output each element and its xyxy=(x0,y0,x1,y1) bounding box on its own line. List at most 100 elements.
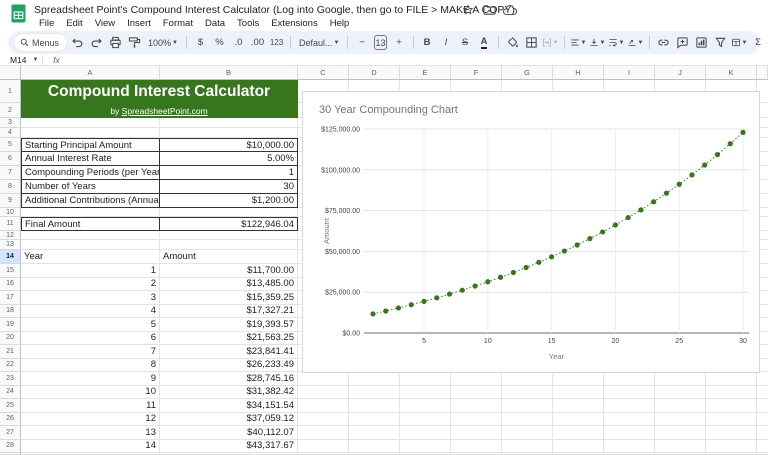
menu-view[interactable]: View xyxy=(89,17,121,30)
menus-search-button[interactable]: Menus xyxy=(14,34,68,51)
grid-cell[interactable] xyxy=(706,412,757,426)
grid-cell[interactable] xyxy=(21,118,160,128)
menu-format[interactable]: Format xyxy=(157,17,199,30)
amount-value-cell[interactable]: $43,317.67 xyxy=(160,439,298,453)
grid-cell[interactable] xyxy=(706,385,757,399)
insert-link-button[interactable] xyxy=(655,34,672,52)
paint-format-button[interactable] xyxy=(126,34,143,52)
decrease-font-size-button[interactable]: − xyxy=(353,34,370,52)
grid-cell[interactable] xyxy=(553,439,604,453)
grid-cell[interactable] xyxy=(451,372,502,386)
row-header-1[interactable]: 1 xyxy=(0,80,21,103)
amount-value-cell[interactable]: $34,151.54 xyxy=(160,399,298,413)
final-amount-label-cell[interactable]: Final Amount xyxy=(21,217,160,231)
grid-cell[interactable] xyxy=(757,413,768,426)
row-header-20[interactable]: 20 xyxy=(0,331,21,345)
column-header-A[interactable]: A xyxy=(21,66,160,79)
decrease-decimal-button[interactable]: .0 xyxy=(230,34,247,52)
grid-cell[interactable] xyxy=(160,118,298,128)
zoom-select[interactable]: 100% ▼ xyxy=(145,38,181,48)
menu-help[interactable]: Help xyxy=(324,17,356,30)
grid-cell[interactable] xyxy=(502,412,553,426)
column-header-K[interactable]: K xyxy=(706,66,757,79)
amount-value-cell[interactable]: $13,485.00 xyxy=(160,277,298,291)
input-value-cell[interactable]: $10,000.00 xyxy=(160,138,298,152)
row-header-6[interactable]: 6 xyxy=(0,152,21,166)
functions-button[interactable]: Σ xyxy=(750,34,767,52)
row-header-2[interactable]: 2 xyxy=(0,103,21,118)
select-all-corner[interactable] xyxy=(0,66,21,79)
formula-input[interactable]: fx xyxy=(42,54,768,65)
grid-cell[interactable] xyxy=(400,426,451,440)
insert-table-button[interactable]: ▼ xyxy=(731,34,748,52)
grid-cell[interactable] xyxy=(298,372,349,386)
year-value-cell[interactable]: 11 xyxy=(21,399,160,413)
row-header-8[interactable]: 8 xyxy=(0,180,21,194)
year-header-cell[interactable]: Year xyxy=(21,250,160,264)
amount-header-cell[interactable]: Amount xyxy=(160,250,298,264)
row-header-24[interactable]: 24 xyxy=(0,385,21,399)
grid-cell[interactable] xyxy=(349,439,400,453)
grid-cell[interactable] xyxy=(298,439,349,453)
grid-cell[interactable] xyxy=(604,372,655,386)
name-box[interactable]: M14 ▼ xyxy=(0,55,42,65)
embedded-chart[interactable]: 30 Year Compounding Chart $0.00 $25,000.00… xyxy=(302,91,760,373)
grid-cell[interactable] xyxy=(349,399,400,413)
row-header-16[interactable]: 16 xyxy=(0,277,21,291)
grid-cell[interactable] xyxy=(604,399,655,413)
grid-cell[interactable] xyxy=(400,412,451,426)
year-value-cell[interactable]: 13 xyxy=(21,426,160,440)
input-label-cell[interactable]: Compounding Periods (per Year) xyxy=(21,166,160,180)
grid-cell[interactable] xyxy=(757,386,768,399)
borders-button[interactable] xyxy=(523,34,540,52)
bold-button[interactable]: B xyxy=(419,34,436,52)
grid-cell[interactable] xyxy=(655,372,706,386)
grid-cell[interactable] xyxy=(400,372,451,386)
grid-cell[interactable] xyxy=(349,412,400,426)
year-value-cell[interactable]: 10 xyxy=(21,385,160,399)
grid-cell[interactable] xyxy=(298,399,349,413)
year-value-cell[interactable]: 4 xyxy=(21,304,160,318)
row-header-14[interactable]: 14 xyxy=(0,250,21,264)
amount-value-cell[interactable]: $19,393.57 xyxy=(160,318,298,332)
row-header-21[interactable]: 21 xyxy=(0,345,21,359)
grid-cell[interactable] xyxy=(298,412,349,426)
grid-cell[interactable] xyxy=(553,372,604,386)
insert-comment-button[interactable] xyxy=(674,34,691,52)
input-label-cell[interactable]: Number of Years xyxy=(21,180,160,194)
print-button[interactable] xyxy=(107,34,124,52)
create-filter-button[interactable] xyxy=(712,34,729,52)
row-header-11[interactable]: 11 xyxy=(0,217,21,231)
row-header-4[interactable]: 4 xyxy=(0,128,21,138)
more-formats-button[interactable]: 123 xyxy=(268,34,285,52)
input-value-cell[interactable]: 30 xyxy=(160,180,298,194)
star-icon[interactable] xyxy=(461,3,475,17)
column-header-E[interactable]: E xyxy=(400,66,451,79)
grid-cell[interactable] xyxy=(160,231,298,240)
row-header-19[interactable]: 19 xyxy=(0,318,21,332)
grid-cell[interactable] xyxy=(655,385,706,399)
grid-cell[interactable] xyxy=(553,399,604,413)
grid-cell[interactable] xyxy=(553,426,604,440)
grid-cell[interactable] xyxy=(400,385,451,399)
amount-value-cell[interactable]: $26,233.49 xyxy=(160,358,298,372)
grid-cell[interactable] xyxy=(655,399,706,413)
grid-cell[interactable] xyxy=(553,412,604,426)
grid-cell[interactable] xyxy=(160,208,298,217)
amount-value-cell[interactable]: $31,382.42 xyxy=(160,385,298,399)
row-header-22[interactable]: 22 xyxy=(0,358,21,372)
grid-cell[interactable] xyxy=(502,385,553,399)
menu-insert[interactable]: Insert xyxy=(121,17,157,30)
amount-value-cell[interactable]: $37,059.12 xyxy=(160,412,298,426)
row-header-25[interactable]: 25 xyxy=(0,399,21,413)
input-value-cell[interactable]: 5.00% xyxy=(160,152,298,166)
menu-file[interactable]: File xyxy=(33,17,60,30)
row-header-23[interactable]: 23 xyxy=(0,372,21,386)
year-value-cell[interactable]: 8 xyxy=(21,358,160,372)
column-header-F[interactable]: F xyxy=(451,66,502,79)
year-value-cell[interactable]: 6 xyxy=(21,331,160,345)
sheets-logo-icon[interactable] xyxy=(11,4,26,23)
amount-value-cell[interactable]: $28,745.16 xyxy=(160,372,298,386)
input-label-cell[interactable]: Additional Contributions (Annual) xyxy=(21,194,160,208)
grid-cell[interactable] xyxy=(502,372,553,386)
